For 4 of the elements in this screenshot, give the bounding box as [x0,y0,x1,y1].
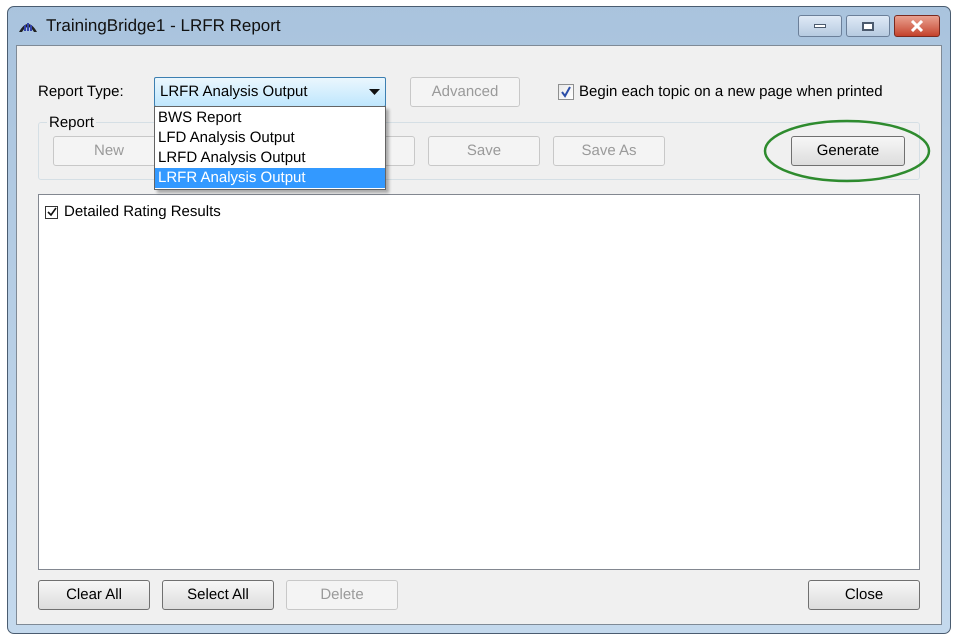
window-title: TrainingBridge1 - LRFR Report [46,15,281,38]
report-type-label: Report Type: [38,82,125,102]
checkbox-label: Begin each topic on a new page when printed [579,82,883,102]
topic-label: Detailed Rating Results [64,202,221,222]
